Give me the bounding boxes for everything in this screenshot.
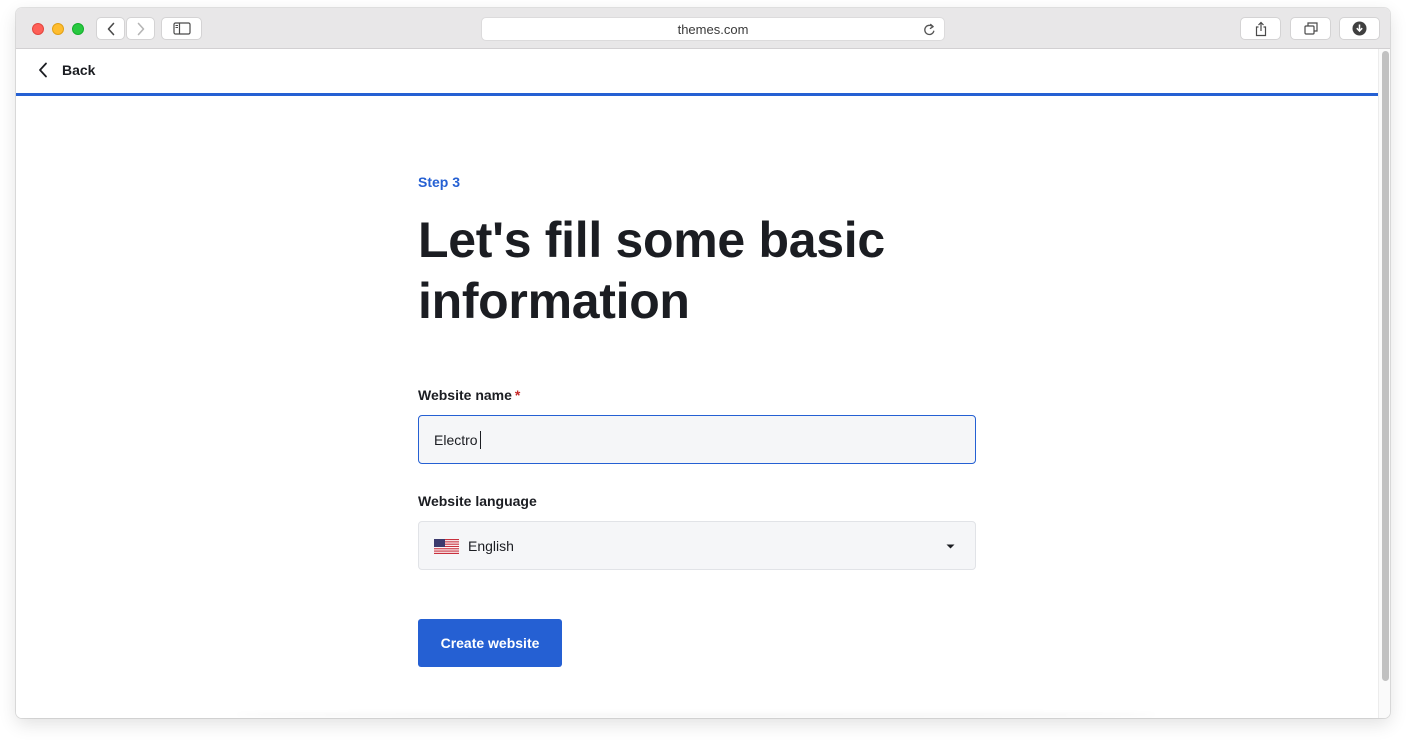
reload-icon[interactable] bbox=[923, 23, 936, 37]
website-name-input[interactable] bbox=[419, 416, 975, 463]
zoom-window-button[interactable] bbox=[72, 23, 84, 35]
us-flag-icon bbox=[434, 538, 459, 554]
downloads-button[interactable] bbox=[1339, 17, 1380, 40]
language-value: English bbox=[468, 538, 514, 554]
back-label: Back bbox=[62, 62, 96, 78]
bottom-shadow bbox=[236, 711, 1156, 718]
scrollbar-thumb[interactable] bbox=[1382, 51, 1389, 681]
browser-window: themes.com Back Step 3 Let's fill some b… bbox=[16, 8, 1390, 718]
chevron-left-icon bbox=[107, 22, 114, 35]
sidebar-icon bbox=[172, 22, 191, 35]
url-text: themes.com bbox=[677, 21, 749, 37]
caret-down-icon bbox=[946, 544, 955, 549]
tabs-icon bbox=[1303, 22, 1318, 35]
text-caret bbox=[480, 431, 481, 449]
tabs-overview-button[interactable] bbox=[1290, 17, 1331, 40]
page-title: Let's fill some basic information bbox=[418, 212, 885, 329]
close-window-button[interactable] bbox=[32, 23, 44, 35]
sidebar-toggle-button[interactable] bbox=[161, 17, 202, 40]
website-name-label-text: Website name bbox=[418, 387, 512, 403]
create-website-button[interactable]: Create website bbox=[418, 619, 562, 667]
minimize-window-button[interactable] bbox=[52, 23, 64, 35]
page-viewport: Back Step 3 Let's fill some basic inform… bbox=[16, 49, 1378, 718]
website-name-label: Website name * bbox=[418, 387, 520, 403]
browser-forward-button[interactable] bbox=[126, 17, 155, 40]
selected-language: English bbox=[434, 538, 514, 554]
share-button[interactable] bbox=[1240, 17, 1281, 40]
back-link[interactable]: Back bbox=[38, 62, 95, 78]
download-icon bbox=[1352, 21, 1367, 36]
browser-back-button[interactable] bbox=[96, 17, 125, 40]
address-bar[interactable]: themes.com bbox=[481, 17, 945, 41]
top-navigation: Back bbox=[16, 49, 1378, 96]
chevron-right-icon bbox=[137, 22, 144, 35]
website-name-field[interactable] bbox=[418, 415, 976, 464]
website-language-select[interactable]: English bbox=[418, 521, 976, 570]
website-language-label: Website language bbox=[418, 493, 537, 509]
share-icon bbox=[1255, 21, 1266, 36]
chevron-left-icon bbox=[39, 62, 47, 78]
page-scrollbar[interactable] bbox=[1378, 49, 1390, 718]
required-marker: * bbox=[514, 387, 521, 403]
browser-titlebar: themes.com bbox=[16, 8, 1390, 49]
step-indicator: Step 3 bbox=[418, 174, 461, 190]
